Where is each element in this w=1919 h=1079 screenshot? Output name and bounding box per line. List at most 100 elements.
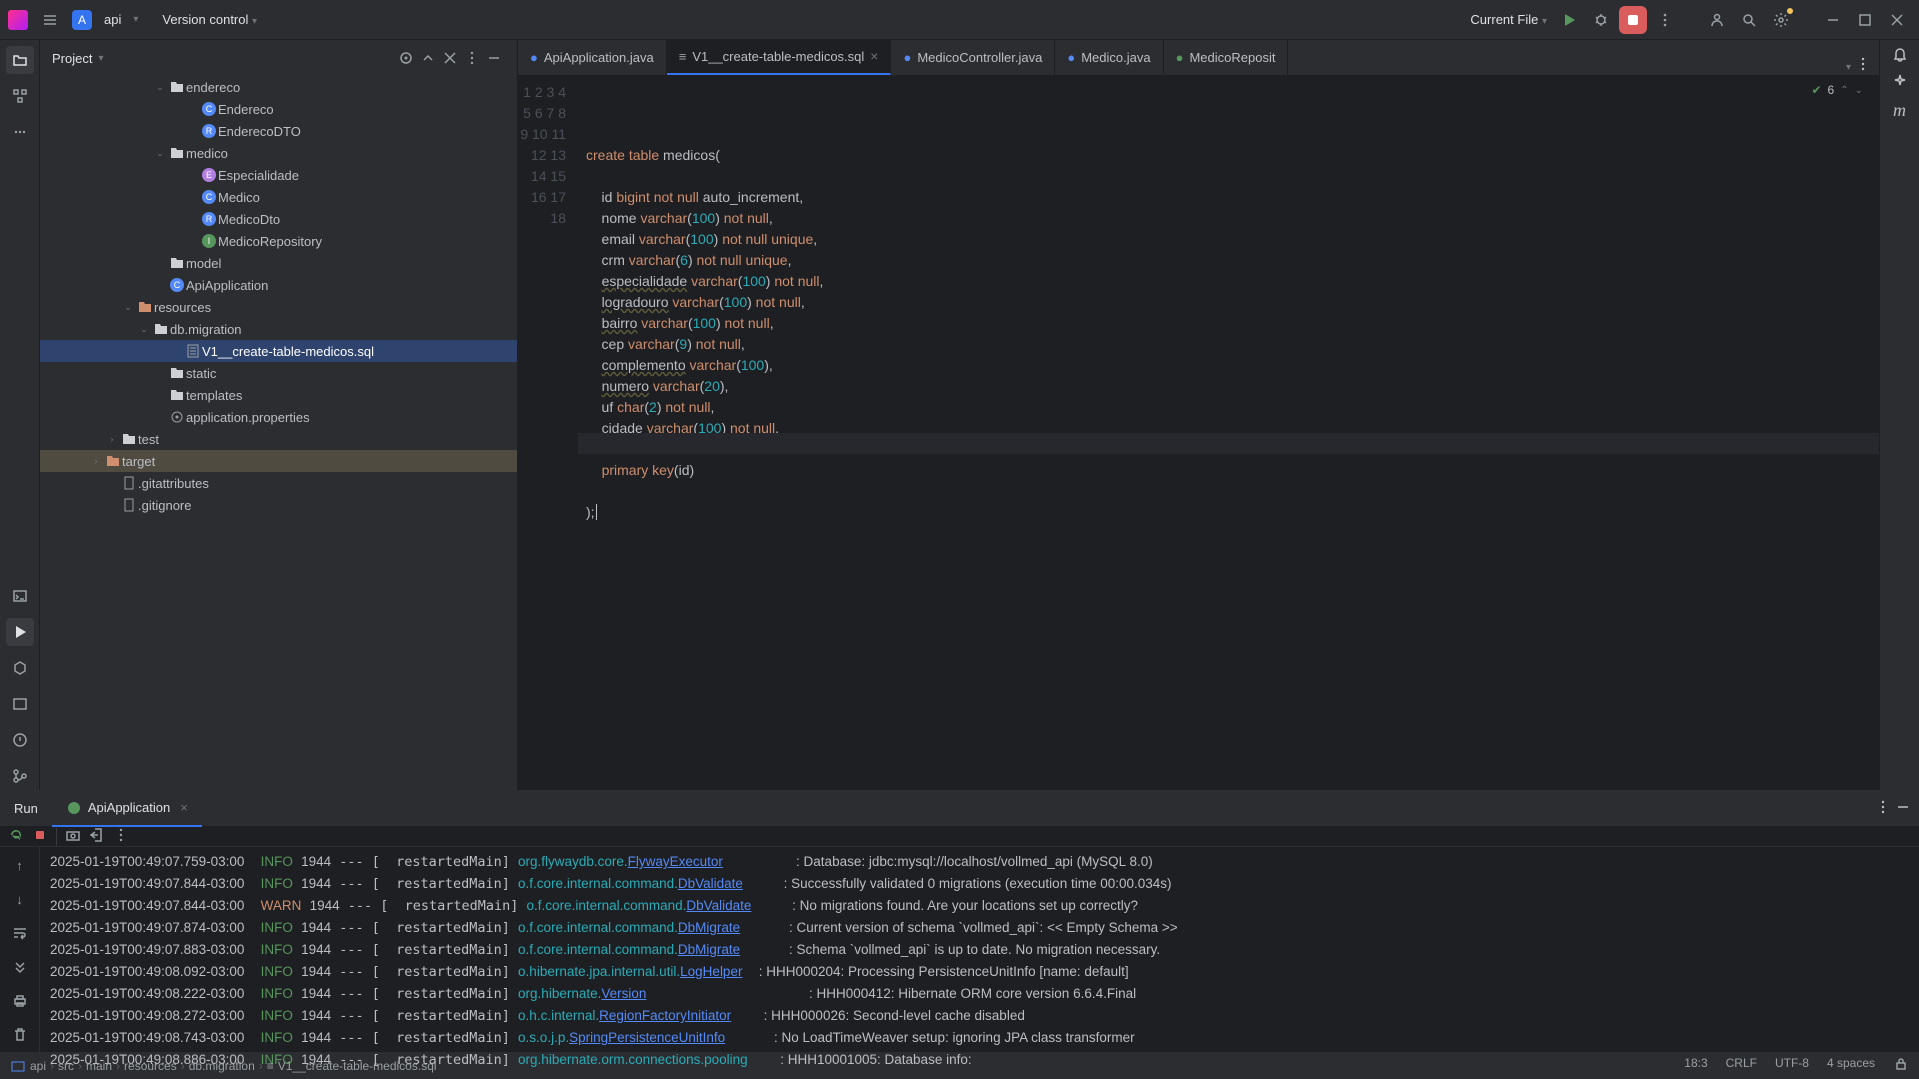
bug-icon xyxy=(1593,12,1609,28)
tree-item[interactable]: RMedicoDto xyxy=(40,208,517,230)
tree-item[interactable]: IMedicoRepository xyxy=(40,230,517,252)
file-encoding[interactable]: UTF-8 xyxy=(1775,1056,1809,1075)
more-tools-button[interactable] xyxy=(6,118,34,146)
search-icon xyxy=(1741,12,1757,28)
project-tool-button[interactable] xyxy=(6,46,34,74)
editor-tab[interactable]: ●MedicoReposit xyxy=(1164,40,1289,75)
terminal-tool-button[interactable] xyxy=(6,582,34,610)
tree-item[interactable]: .gitattributes xyxy=(40,472,517,494)
up-stack-button[interactable]: ↑ xyxy=(8,853,32,877)
wrap-icon xyxy=(12,925,28,941)
editor-content[interactable]: ✔6 ⌃ ⌄ create table medicos( id bigint n… xyxy=(578,76,1879,790)
tree-item[interactable]: ⌄endereco xyxy=(40,76,517,98)
tree-item[interactable]: ›test xyxy=(40,428,517,450)
tabs-dropdown-button[interactable]: ▾ xyxy=(1846,58,1851,73)
project-tree[interactable]: ⌄enderecoCEnderecoREnderecoDTO⌄medicoEEs… xyxy=(40,76,517,790)
dump-threads-button[interactable] xyxy=(65,827,81,846)
tree-item[interactable]: ›target xyxy=(40,450,517,472)
tool-options-button[interactable] xyxy=(1875,799,1891,818)
main-menu-button[interactable] xyxy=(36,6,64,34)
play-icon xyxy=(1561,12,1577,28)
svg-text:C: C xyxy=(206,192,213,202)
hammer-icon xyxy=(12,696,28,712)
more-actions-button[interactable] xyxy=(1651,6,1679,34)
tree-item[interactable]: model xyxy=(40,252,517,274)
tree-item[interactable]: ⌄db.migration xyxy=(40,318,517,340)
tree-item[interactable]: EEspecialidade xyxy=(40,164,517,186)
stop-button[interactable] xyxy=(1619,6,1647,34)
tree-item[interactable]: ⌄medico xyxy=(40,142,517,164)
tree-item[interactable]: REnderecoDTO xyxy=(40,120,517,142)
dots-vertical-icon xyxy=(1875,799,1891,815)
soft-wrap-button[interactable] xyxy=(8,921,32,945)
panel-options-button[interactable] xyxy=(461,47,483,69)
check-icon: ✔ xyxy=(1811,80,1821,101)
search-everywhere-button[interactable] xyxy=(1735,6,1763,34)
terminal-icon xyxy=(12,588,28,604)
run-config-tab[interactable]: ApiApplication× xyxy=(52,791,202,827)
hide-tool-button[interactable] xyxy=(1895,799,1911,818)
ai-assistant-button[interactable] xyxy=(1892,73,1908,92)
tree-item[interactable]: ⌄resources xyxy=(40,296,517,318)
version-control-menu[interactable]: Version control ▾ xyxy=(162,12,257,27)
line-separator[interactable]: CRLF xyxy=(1726,1056,1757,1075)
editor-tab[interactable]: ●ApiApplication.java xyxy=(518,40,667,75)
tree-item[interactable]: CEndereco xyxy=(40,98,517,120)
close-tab-icon[interactable]: × xyxy=(180,800,188,815)
tabs-options-button[interactable] xyxy=(1855,56,1871,75)
tree-item[interactable]: CMedico xyxy=(40,186,517,208)
run-tool-button[interactable] xyxy=(6,618,34,646)
run-config-selector[interactable]: Current File ▾ xyxy=(1466,12,1551,27)
more-run-button[interactable] xyxy=(113,827,129,846)
code-editor[interactable]: 1 2 3 4 5 6 7 8 9 10 11 12 13 14 15 16 1… xyxy=(518,76,1879,790)
run-tool-window: Run ApiApplication× ↑ ↓ 2025-01-19T00:49… xyxy=(0,790,1919,1051)
problems-tool-button[interactable] xyxy=(6,726,34,754)
maven-tool-button[interactable]: m xyxy=(1893,100,1906,121)
console-side-toolbar: ↑ ↓ xyxy=(0,847,40,1071)
build-tool-button[interactable] xyxy=(6,690,34,718)
clear-all-button[interactable] xyxy=(8,1023,32,1047)
settings-button[interactable] xyxy=(1767,6,1795,34)
tree-item[interactable]: application.properties xyxy=(40,406,517,428)
down-stack-button[interactable]: ↓ xyxy=(8,887,32,911)
vcs-tool-button[interactable] xyxy=(6,762,34,790)
editor-tab[interactable]: ≡V1__create-table-medicos.sql× xyxy=(667,40,892,75)
minimize-window-button[interactable] xyxy=(1819,6,1847,34)
tree-item[interactable]: templates xyxy=(40,384,517,406)
editor-tab[interactable]: ●Medico.java xyxy=(1055,40,1163,75)
close-tab-icon[interactable]: × xyxy=(870,48,878,64)
code-with-me-button[interactable] xyxy=(1703,6,1731,34)
indent-settings[interactable]: 4 spaces xyxy=(1827,1056,1875,1075)
services-tool-button[interactable] xyxy=(6,654,34,682)
print-button[interactable] xyxy=(8,989,32,1013)
run-tab[interactable]: Run xyxy=(0,791,52,827)
maximize-window-button[interactable] xyxy=(1851,6,1879,34)
caret-position[interactable]: 18:3 xyxy=(1684,1056,1707,1075)
inspections-widget[interactable]: ✔6 ⌃ ⌄ xyxy=(1811,80,1863,101)
notifications-button[interactable] xyxy=(1892,46,1908,65)
tree-item[interactable]: .gitignore xyxy=(40,494,517,516)
stop-run-button[interactable] xyxy=(32,827,48,846)
expand-icon xyxy=(420,50,436,66)
expand-all-button[interactable] xyxy=(417,47,439,69)
tree-item[interactable]: CApiApplication xyxy=(40,274,517,296)
tree-item[interactable]: V1__create-table-medicos.sql xyxy=(40,340,517,362)
navigation-breadcrumbs[interactable]: api › src › main › resources › db.migrat… xyxy=(10,1058,437,1074)
scroll-to-end-button[interactable] xyxy=(8,955,32,979)
project-name[interactable]: api xyxy=(100,12,125,27)
editor-tab[interactable]: ●MedicoController.java xyxy=(891,40,1055,75)
close-window-button[interactable] xyxy=(1883,6,1911,34)
collapse-all-button[interactable] xyxy=(439,47,461,69)
exit-button[interactable] xyxy=(89,827,105,846)
select-opened-file-button[interactable] xyxy=(395,47,417,69)
debug-button[interactable] xyxy=(1587,6,1615,34)
structure-tool-button[interactable] xyxy=(6,82,34,110)
tree-item[interactable]: static xyxy=(40,362,517,384)
project-badge[interactable]: A xyxy=(72,10,92,30)
console-output[interactable]: 2025-01-19T00:49:07.759-03:00 INFO 1944 … xyxy=(40,847,1919,1071)
run-button[interactable] xyxy=(1555,6,1583,34)
hide-panel-button[interactable] xyxy=(483,47,505,69)
rerun-button[interactable] xyxy=(8,827,24,846)
readonly-toggle[interactable] xyxy=(1893,1056,1909,1075)
scroll-end-icon xyxy=(12,959,28,975)
